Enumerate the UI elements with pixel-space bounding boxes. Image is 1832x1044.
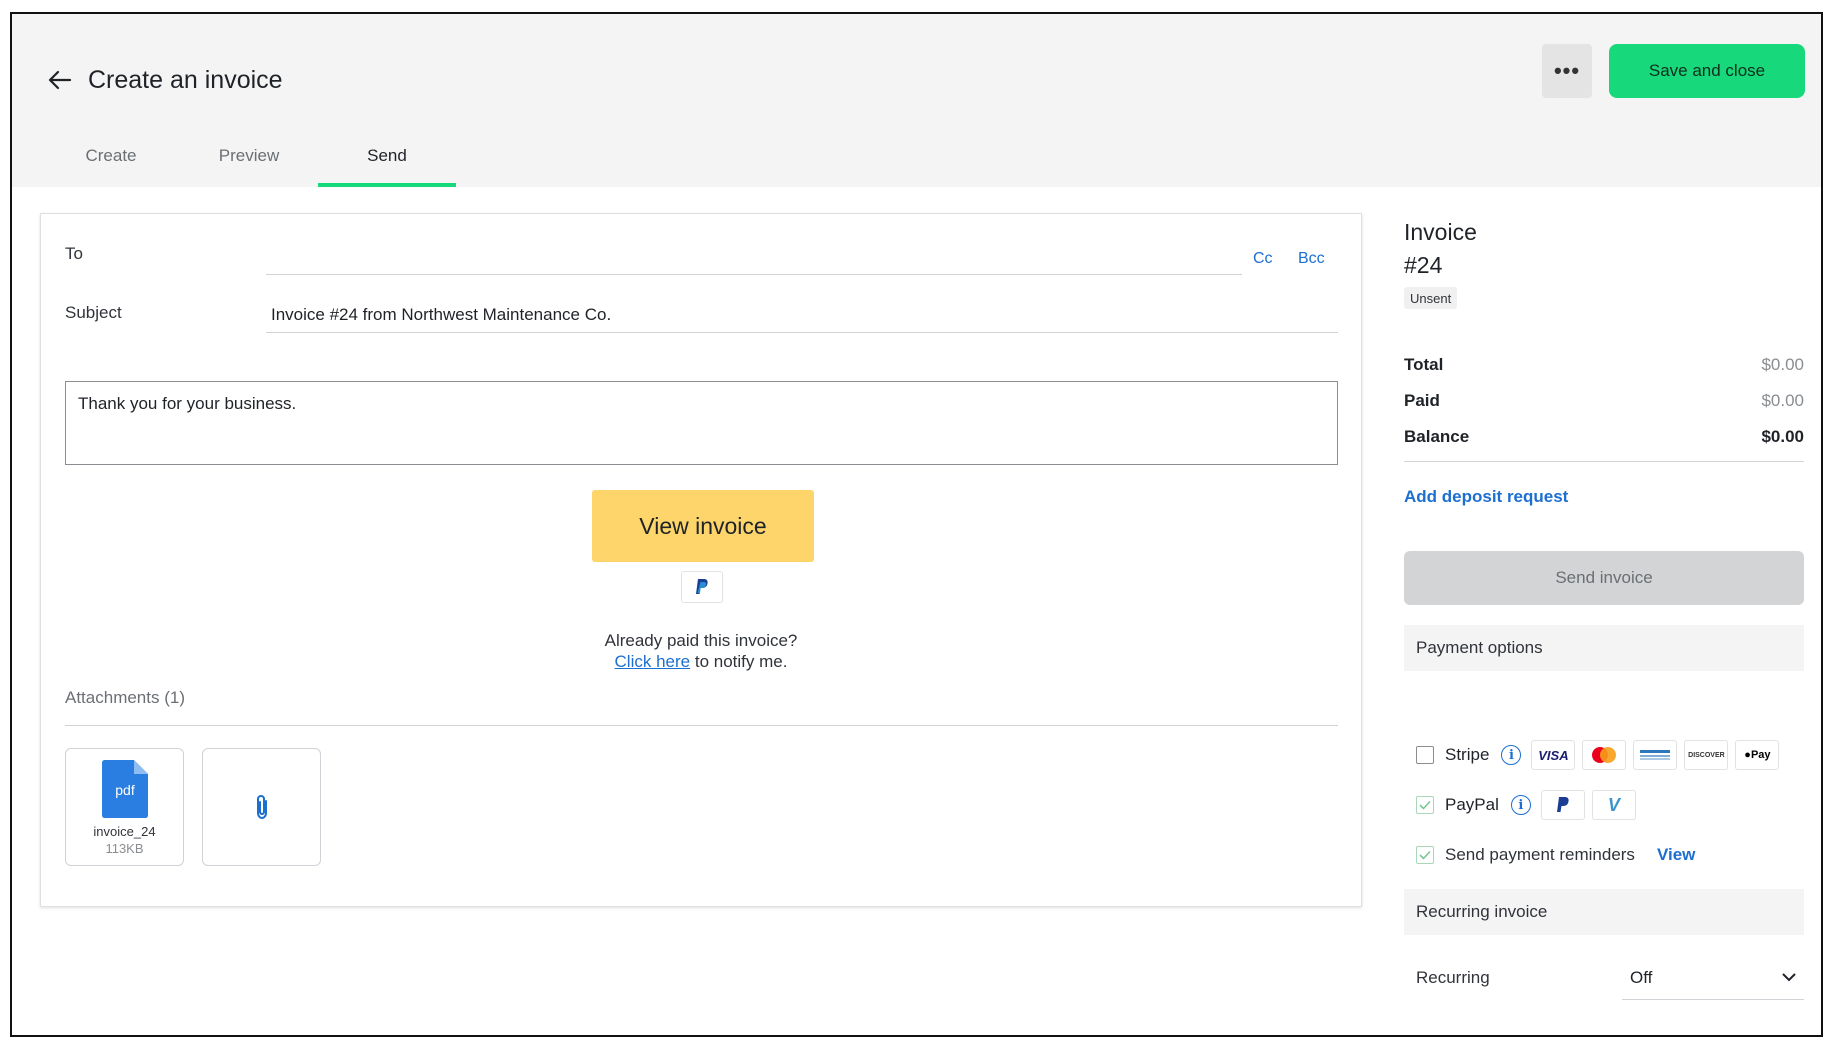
attachment-file-name: invoice_24 <box>93 824 156 839</box>
send-invoice-button[interactable]: Send invoice <box>1404 551 1804 605</box>
paypal-badge <box>681 571 723 603</box>
add-deposit-request-link[interactable]: Add deposit request <box>1404 487 1568 507</box>
stripe-info-icon[interactable]: i <box>1501 745 1522 765</box>
recurring-label: Recurring <box>1416 968 1490 987</box>
click-here-link[interactable]: Click here <box>615 652 691 671</box>
subject-label: Subject <box>65 303 122 322</box>
balance-label: Balance <box>1404 427 1470 446</box>
venmo-icon: V <box>1591 790 1636 820</box>
back-button[interactable] <box>42 62 78 98</box>
attachments-divider <box>65 725 1338 726</box>
bcc-link[interactable]: Bcc <box>1298 250 1325 268</box>
visa-icon: VISA <box>1531 740 1576 770</box>
reminders-checkbox[interactable] <box>1416 846 1434 864</box>
paypal-label: PayPal <box>1445 795 1499 814</box>
invoice-title: Invoice <box>1404 219 1477 245</box>
view-invoice-button[interactable]: View invoice <box>592 490 814 562</box>
tab-bar: Create Preview Send <box>42 134 456 187</box>
notify-line: Click here to notify me. <box>41 651 1361 672</box>
apple-pay-icon: ●Pay <box>1735 740 1780 770</box>
message-textarea[interactable]: Thank you for your business. <box>65 381 1338 465</box>
invoice-number: #24 <box>1404 252 1443 278</box>
reminders-view-link[interactable]: View <box>1657 845 1695 865</box>
to-label: To <box>65 244 83 263</box>
reminders-label: Send payment reminders <box>1445 845 1635 864</box>
total-value: $0.00 <box>1761 355 1804 374</box>
subject-input[interactable]: Invoice #24 from Northwest Maintenance C… <box>271 305 611 325</box>
payment-options-heading: Payment options <box>1404 625 1804 671</box>
email-panel: To Cc Bcc Subject Invoice #24 from North… <box>40 213 1362 907</box>
summary-divider <box>1404 461 1804 462</box>
chevron-down-icon <box>1782 973 1796 982</box>
total-label: Total <box>1404 355 1444 374</box>
to-underline <box>266 274 1242 275</box>
check-icon <box>1419 800 1431 810</box>
total-row: Total $0.00 <box>1404 355 1804 375</box>
paypal-logo-icon <box>1540 790 1585 820</box>
arrow-left-icon <box>48 70 72 90</box>
recurring-select[interactable]: Off <box>1622 956 1804 1000</box>
paypal-info-icon[interactable]: i <box>1510 795 1531 815</box>
already-paid-text: Already paid this invoice? <box>604 631 798 650</box>
mastercard-icon <box>1582 740 1627 770</box>
amex-icon <box>1633 740 1678 770</box>
invoice-heading: Invoice #24 <box>1404 216 1477 282</box>
discover-icon: DISCOVER <box>1684 740 1729 770</box>
recurring-value: Off <box>1630 967 1653 987</box>
check-icon <box>1419 850 1431 860</box>
to-input[interactable] <box>266 238 1242 270</box>
attachments-label: Attachments (1) <box>65 688 185 707</box>
paypal-icon <box>696 579 708 594</box>
paypal-option-row: PayPal i V <box>1416 790 1643 820</box>
paypal-checkbox[interactable] <box>1416 796 1434 814</box>
page-title: Create an invoice <box>88 66 283 94</box>
recurring-invoice-heading: Recurring invoice <box>1404 889 1804 935</box>
status-badge: Unsent <box>1404 287 1458 309</box>
tab-create[interactable]: Create <box>42 134 180 187</box>
paperclip-icon <box>257 794 267 820</box>
already-paid-notice: Already paid this invoice? Click here to… <box>41 630 1361 672</box>
subject-underline <box>266 332 1338 333</box>
notify-text: to notify me. <box>690 652 788 671</box>
invoice-sidebar: Invoice #24 Unsent Total $0.00 Paid $0.0… <box>1404 14 1804 1035</box>
pdf-file-type: pdf <box>115 782 135 798</box>
balance-value: $0.00 <box>1761 427 1804 446</box>
reminders-option-row: Send payment reminders View <box>1416 840 1695 870</box>
stripe-label: Stripe <box>1445 745 1490 764</box>
attachment-file-size: 113KB <box>105 841 144 856</box>
balance-row: Balance $0.00 <box>1404 427 1804 447</box>
attachment-file-card[interactable]: pdf invoice_24 113KB <box>65 748 184 866</box>
tab-preview[interactable]: Preview <box>180 134 318 187</box>
paid-row: Paid $0.00 <box>1404 391 1804 411</box>
paid-value: $0.00 <box>1761 391 1804 410</box>
tab-send[interactable]: Send <box>318 134 456 187</box>
stripe-option-row: Stripe i VISA DISCOVER ●Pay <box>1416 740 1786 770</box>
stripe-checkbox[interactable] <box>1416 746 1434 764</box>
paid-label: Paid <box>1404 391 1440 410</box>
cc-link[interactable]: Cc <box>1253 250 1273 268</box>
app-window: Create an invoice ••• Save and close Cre… <box>10 12 1823 1037</box>
add-attachment-button[interactable] <box>202 748 321 866</box>
